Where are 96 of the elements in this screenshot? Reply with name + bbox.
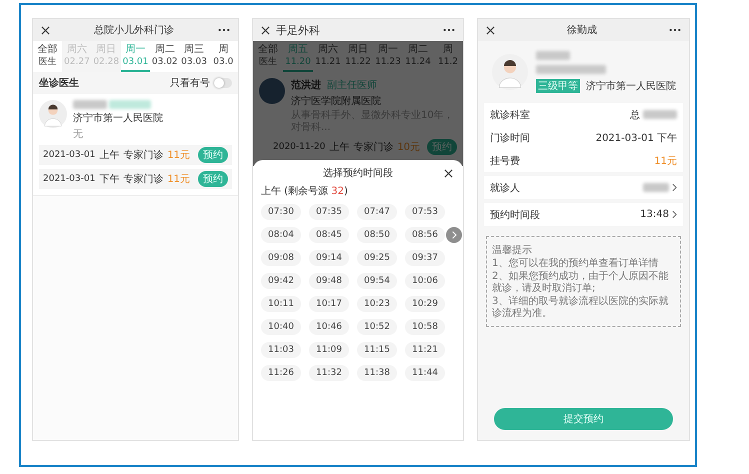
field-label: 就诊科室 (490, 108, 530, 122)
date-tab[interactable]: 周三 03.03 (179, 41, 209, 72)
chevron-right-icon (672, 210, 677, 219)
time-slot-chip[interactable]: 08:04 (261, 227, 301, 243)
time-slot-chip[interactable]: 10:11 (261, 296, 301, 312)
notice-text: 3、详细的取号就诊流程以医院的实际就诊流程为准。 (492, 296, 670, 320)
time-slot-chip[interactable]: 10:52 (357, 319, 397, 335)
more-icon[interactable] (443, 28, 455, 32)
time-slot-chip[interactable]: 10:29 (405, 296, 445, 312)
time-slot-chip[interactable]: 07:30 (261, 204, 301, 220)
time-slot-chip[interactable]: 11:15 (357, 342, 397, 358)
time-slot-chip[interactable]: 11:32 (309, 365, 349, 381)
slot-period: 下午 (99, 173, 120, 186)
section-title: 坐诊医生 (39, 76, 80, 90)
slot-period: 上午 (99, 148, 120, 162)
blurred-text (643, 110, 677, 119)
hospital-name: 济宁市第一人民医院 (586, 80, 676, 93)
time-slot-chip[interactable]: 11:03 (261, 342, 301, 358)
slot-type: 专家门诊 (353, 140, 394, 154)
time-slot-chip[interactable]: 10:46 (309, 319, 349, 335)
date-tab[interactable]: 全部 医生 (33, 41, 62, 72)
time-slot-chip[interactable]: 11:21 (405, 342, 445, 358)
time-slot-chip[interactable]: 09:42 (261, 273, 301, 289)
screen-title: 手足外科 (276, 22, 321, 38)
screen-title: 徐勤成 (566, 24, 598, 37)
close-icon[interactable] (41, 26, 50, 34)
time-slot-chip[interactable]: 10:23 (357, 296, 397, 312)
time-slot-chip[interactable]: 07:35 (309, 204, 349, 220)
time-slot-chip[interactable]: 11:26 (261, 365, 301, 381)
slot-fee: 11元 (167, 149, 190, 162)
time-slot-chip[interactable]: 09:48 (309, 273, 349, 289)
slot-fee: 10元 (397, 141, 420, 154)
doctor-note: 无 (73, 128, 84, 141)
time-slot-chip[interactable]: 10:58 (405, 319, 445, 335)
time-slot-chip[interactable]: 10:17 (309, 296, 349, 312)
time-slot-chip[interactable]: 11:09 (309, 342, 349, 358)
sheet-title: 选择预约时间段 (323, 166, 393, 180)
close-icon[interactable] (444, 168, 453, 178)
close-icon[interactable] (261, 26, 270, 34)
blurred-text (109, 100, 151, 109)
time-slot-chip[interactable]: 09:54 (357, 273, 397, 289)
time-slot-chip[interactable]: 09:14 (309, 250, 349, 266)
blurred-text (643, 183, 669, 192)
slot-period: 上午 (329, 140, 350, 154)
doctor-rank: 副主任医师 (327, 78, 377, 92)
filter-label: 只看有号 (170, 76, 210, 90)
field-value: 2021-03-01 下午 (596, 132, 677, 144)
more-icon[interactable] (218, 28, 230, 32)
field-value: 11元 (654, 154, 677, 168)
field-value: 总 (630, 108, 640, 122)
blurred-text (536, 65, 606, 74)
blurred-text (536, 51, 570, 60)
time-slot-chip[interactable]: 09:08 (261, 250, 301, 266)
more-icon[interactable] (669, 28, 681, 32)
photo-placeholder (259, 78, 285, 104)
time-slot-chip[interactable]: 11:44 (405, 365, 445, 381)
time-slot-chip[interactable]: 10:06 (405, 273, 445, 289)
field-label: 挂号费 (490, 154, 520, 168)
date-tab[interactable]: 周 03.0 (208, 41, 238, 72)
select-row[interactable]: 预约时间段 13:48 (484, 203, 683, 226)
time-slot-chip[interactable]: 09:25 (357, 250, 397, 266)
doctor-avatar-icon (39, 100, 67, 128)
select-row[interactable]: 就诊人 (484, 176, 683, 199)
date-tab[interactable]: 周二 03.02 (150, 41, 180, 72)
slot-date: 2021-03-01 (43, 174, 96, 184)
time-slot-chip[interactable]: 08:56 (405, 227, 445, 243)
time-slot-chip[interactable]: 08:50 (357, 227, 397, 243)
field-value: 13:48 (640, 209, 669, 220)
slot-fee: 11元 (167, 173, 190, 186)
screen-title: 总院小儿外科门诊 (93, 24, 175, 37)
slot-type: 专家门诊 (123, 172, 164, 186)
time-slot-chip[interactable]: 09:37 (405, 250, 445, 266)
hospital-grade-badge: 三级甲等 (536, 79, 580, 93)
toggle-switch[interactable] (214, 78, 232, 88)
time-slot-chip[interactable]: 07:47 (357, 204, 397, 220)
field-label: 预约时间段 (490, 208, 540, 222)
time-slot-chip[interactable]: 11:38 (357, 365, 397, 381)
time-slot-chip[interactable]: 08:45 (309, 227, 349, 243)
doctor-name: 范洪进 (291, 78, 321, 92)
slot-type: 专家门诊 (123, 148, 164, 162)
notice-title: 温馨提示 (492, 244, 533, 257)
hospital-name: 济宁医学院附属医院 (291, 94, 382, 108)
slot-date: 2021-03-01 (43, 150, 96, 160)
blurred-text (73, 100, 107, 109)
chevron-right-icon (672, 183, 677, 192)
time-slot-chip[interactable]: 07:53 (405, 204, 445, 220)
field-label: 门诊时间 (490, 132, 530, 144)
notice-text: 1、您可以在我的预约单查看订单详情 (492, 258, 660, 270)
doctor-avatar-icon (492, 54, 528, 90)
remaining-count: 上午 (剩余号源 32) (261, 184, 349, 198)
field-label: 就诊人 (490, 182, 520, 194)
slot-date: 2020-11-20 (273, 142, 326, 152)
time-slot-chip[interactable]: 10:40 (261, 319, 301, 335)
notice-text: 2、如果您预约成功，由于个人原因不能就诊，请及时取消订单; (492, 271, 670, 295)
hospital-name: 济宁市第一人民医院 (73, 112, 163, 125)
close-icon[interactable] (486, 26, 495, 34)
